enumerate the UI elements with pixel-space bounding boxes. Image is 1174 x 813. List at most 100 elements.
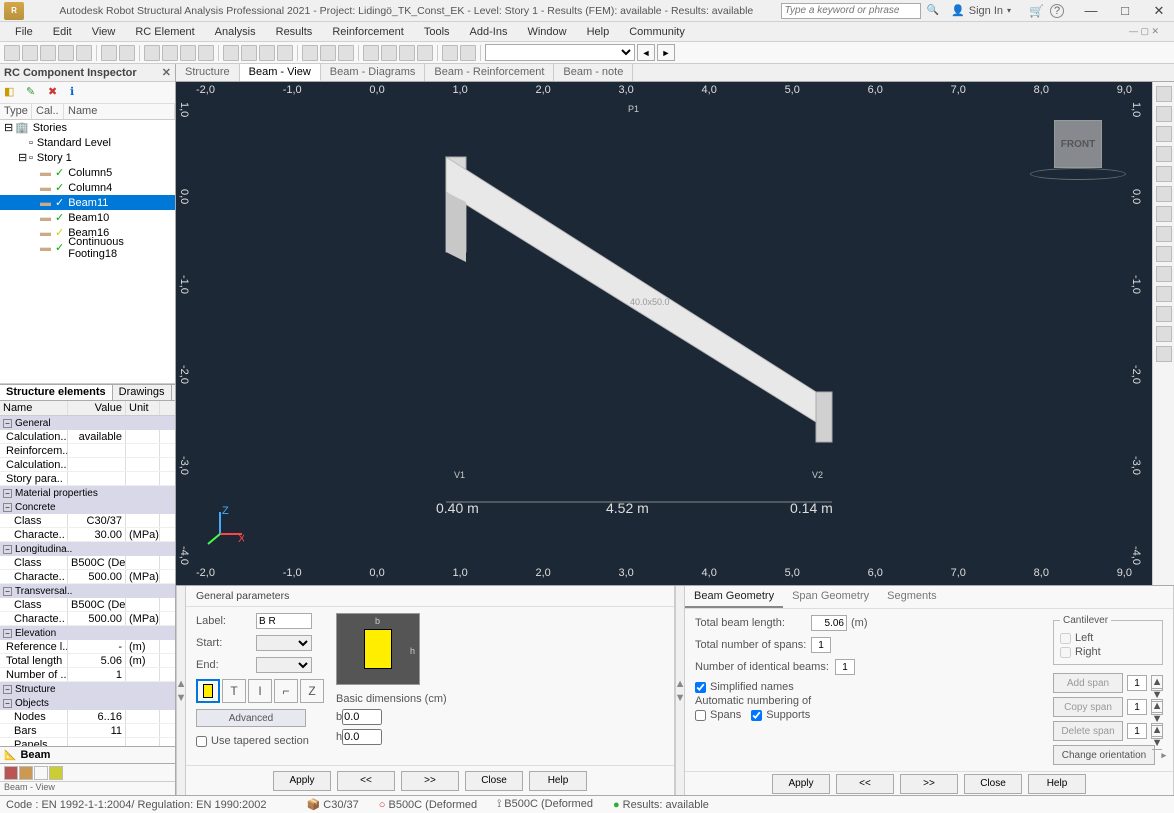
rs-ico-7[interactable] — [1156, 206, 1172, 222]
tree-item-column4[interactable]: ▬✓Column4 — [0, 180, 175, 195]
bg-prev[interactable]: << — [836, 774, 894, 794]
rs-ico-11[interactable] — [1156, 286, 1172, 302]
tree-item-beam10[interactable]: ▬✓Beam10 — [0, 210, 175, 225]
insp-ico-2[interactable]: ✎ — [26, 85, 42, 101]
search-icon[interactable]: 🔍 — [927, 5, 939, 16]
copy-span-num[interactable] — [1127, 699, 1147, 715]
tb-ico-m[interactable] — [460, 45, 476, 61]
tb-selector[interactable] — [485, 44, 635, 61]
tb-copy-icon[interactable] — [162, 45, 178, 61]
vt-ico-2[interactable] — [19, 766, 33, 780]
tab-beam-geom[interactable]: Beam Geometry — [685, 586, 783, 608]
tb-ico-d[interactable] — [277, 45, 293, 61]
rs-ico-1[interactable] — [1156, 86, 1172, 102]
b-input[interactable] — [342, 709, 382, 725]
insp-ico-3[interactable]: ✖ — [48, 85, 64, 101]
add-span-spinner[interactable]: ▲▼ — [1151, 675, 1163, 691]
shape-rect[interactable] — [196, 679, 220, 703]
tb-undo-icon[interactable] — [101, 45, 117, 61]
bg-apply[interactable]: Apply — [772, 774, 830, 794]
supports-cb[interactable] — [751, 710, 762, 721]
rs-ico-5[interactable] — [1156, 166, 1172, 182]
tb-ico-h[interactable] — [363, 45, 379, 61]
viewcube[interactable]: FRONT — [1054, 120, 1102, 168]
insp-ico-4[interactable]: ℹ — [70, 85, 86, 101]
tab-beam-view[interactable]: Beam - View — [240, 64, 321, 81]
start-select[interactable] — [256, 635, 312, 651]
rs-ico-3[interactable] — [1156, 126, 1172, 142]
help-icon[interactable]: ? — [1050, 4, 1064, 18]
spans-input[interactable] — [811, 637, 831, 653]
tb-redo-icon[interactable] — [119, 45, 135, 61]
change-orient-btn[interactable]: Change orientation — [1053, 745, 1155, 765]
bg-next[interactable]: >> — [900, 774, 958, 794]
tab-drawings[interactable]: Drawings — [113, 385, 172, 400]
viewport-3d[interactable]: -2,0-1,00,01,02,03,04,05,06,07,08,09,0 -… — [176, 82, 1152, 585]
add-span-num[interactable] — [1127, 675, 1147, 691]
beam-bar[interactable]: Beam▸ — [0, 746, 175, 764]
tab-structure-elements[interactable]: Structure elements — [0, 385, 113, 400]
tab-structure[interactable]: Structure — [176, 64, 240, 81]
menu-reinforcement[interactable]: Reinforcement — [323, 24, 413, 40]
del-span-num[interactable] — [1127, 723, 1147, 739]
tree-item-footing18[interactable]: ▬✓Continuous Footing18 — [0, 240, 175, 255]
rs-ico-13[interactable] — [1156, 326, 1172, 342]
advanced-button[interactable]: Advanced — [196, 709, 306, 727]
tb-delete-icon[interactable] — [198, 45, 214, 61]
tapered-checkbox[interactable] — [196, 736, 207, 747]
minimize-button[interactable]: — — [1080, 3, 1102, 19]
splitter-left[interactable]: ▲▼ — [176, 586, 186, 795]
keyword-search[interactable] — [781, 3, 921, 19]
tb-ico-e[interactable] — [302, 45, 318, 61]
tb-ico-k[interactable] — [417, 45, 433, 61]
rs-ico-4[interactable] — [1156, 146, 1172, 162]
sign-in-button[interactable]: 👤Sign In▾ — [951, 4, 1011, 17]
shape-l[interactable]: ⌐ — [274, 679, 298, 703]
tb-prev-icon[interactable]: ◄ — [637, 44, 655, 61]
label-input[interactable] — [256, 613, 312, 629]
cart-icon[interactable]: 🛒 — [1029, 4, 1044, 18]
tb-ico-a[interactable] — [223, 45, 239, 61]
tab-beam-diagrams[interactable]: Beam - Diagrams — [321, 64, 426, 81]
menu-window[interactable]: Window — [518, 24, 575, 40]
identical-input[interactable] — [835, 659, 855, 675]
tb-cut-icon[interactable] — [144, 45, 160, 61]
total-len-input[interactable] — [811, 615, 847, 631]
close-button[interactable]: ✕ — [1148, 3, 1170, 19]
tab-span-geom[interactable]: Span Geometry — [783, 586, 878, 608]
rs-ico-9[interactable] — [1156, 246, 1172, 262]
tb-paste-icon[interactable] — [180, 45, 196, 61]
menu-tools[interactable]: Tools — [415, 24, 459, 40]
tb-ico-c[interactable] — [259, 45, 275, 61]
shape-t[interactable]: T — [222, 679, 246, 703]
rs-ico-8[interactable] — [1156, 226, 1172, 242]
tb-preview-icon[interactable] — [76, 45, 92, 61]
menu-analysis[interactable]: Analysis — [206, 24, 265, 40]
tb-ico-l[interactable] — [442, 45, 458, 61]
tb-open-icon[interactable] — [22, 45, 38, 61]
menu-results[interactable]: Results — [267, 24, 322, 40]
shape-i[interactable]: I — [248, 679, 272, 703]
rs-ico-14[interactable] — [1156, 346, 1172, 362]
menu-edit[interactable]: Edit — [44, 24, 81, 40]
tab-segments[interactable]: Segments — [878, 586, 946, 608]
gp-next[interactable]: >> — [401, 771, 459, 791]
copy-span-spinner[interactable]: ▲▼ — [1151, 699, 1163, 715]
gp-prev[interactable]: << — [337, 771, 395, 791]
tb-ico-i[interactable] — [381, 45, 397, 61]
tb-print-icon[interactable] — [58, 45, 74, 61]
h-input[interactable] — [342, 729, 382, 745]
insp-ico-1[interactable]: ◧ — [4, 85, 20, 101]
tab-beam-note[interactable]: Beam - note — [554, 64, 633, 81]
bg-help[interactable]: Help — [1028, 774, 1086, 794]
menu-help[interactable]: Help — [578, 24, 619, 40]
vt-ico-3[interactable] — [34, 766, 48, 780]
rs-ico-6[interactable] — [1156, 186, 1172, 202]
maximize-button[interactable]: □ — [1114, 3, 1136, 19]
tb-save-icon[interactable] — [40, 45, 56, 61]
bg-close[interactable]: Close — [964, 774, 1022, 794]
component-tree[interactable]: ⊟🏢Stories ▫Standard Level ⊟▫Story 1 ▬✓Co… — [0, 120, 175, 384]
rs-ico-2[interactable] — [1156, 106, 1172, 122]
menu-community[interactable]: Community — [620, 24, 694, 40]
tb-ico-f[interactable] — [320, 45, 336, 61]
